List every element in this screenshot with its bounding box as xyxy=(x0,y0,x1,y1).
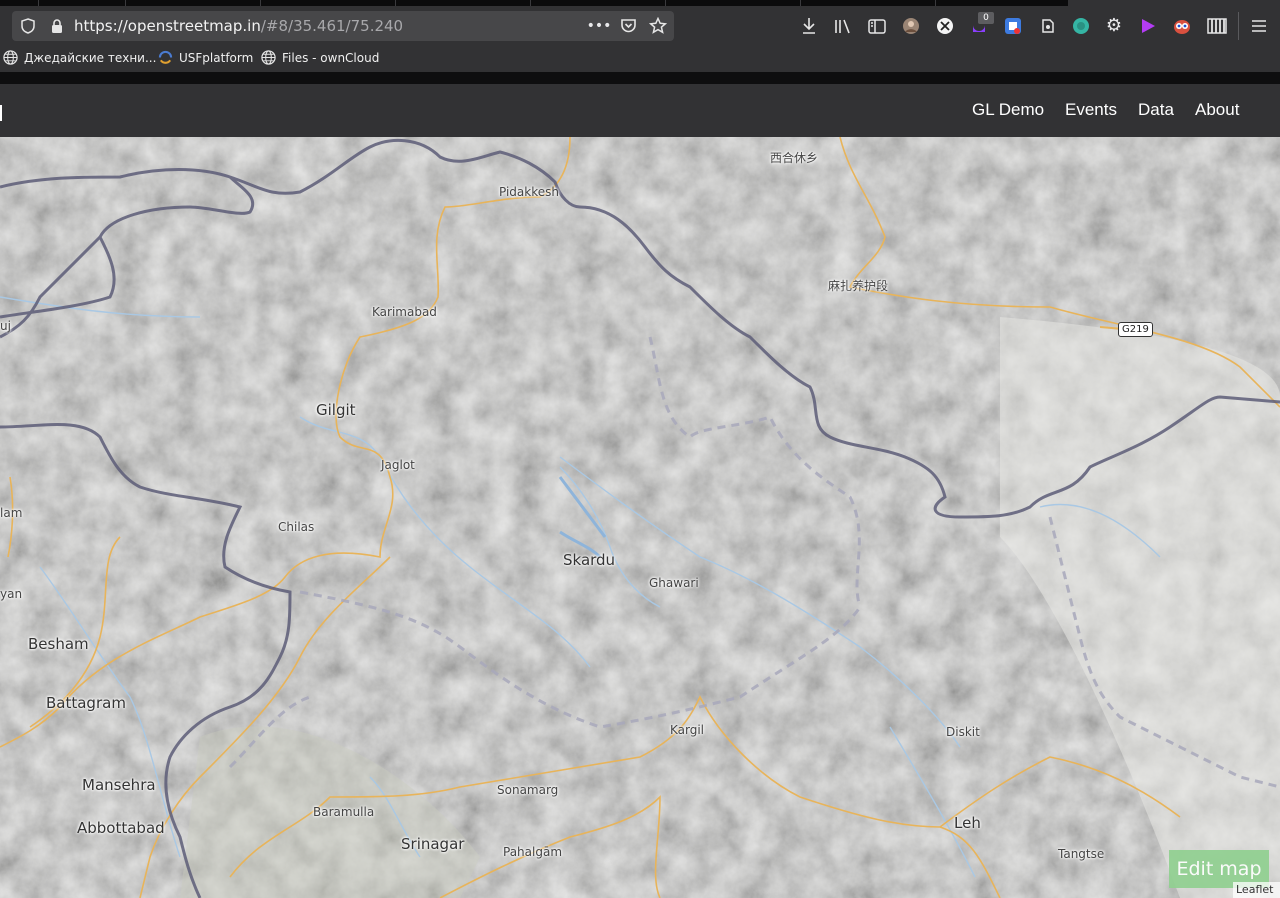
globe-icon xyxy=(3,50,18,65)
place-label[interactable]: Karimabad xyxy=(372,305,437,319)
bookmark-label: USFplatform xyxy=(179,50,254,65)
browser-navbar: https://openstreetmap.in/#8/35.461/75.24… xyxy=(0,6,1280,46)
nav-link-gl-demo[interactable]: GL Demo xyxy=(972,100,1044,120)
place-label[interactable]: Diskit xyxy=(946,725,980,739)
usf-logo-icon xyxy=(158,50,173,64)
leaflet-attribution-link[interactable]: Leaflet xyxy=(1233,882,1280,898)
url-text[interactable]: https://openstreetmap.in/#8/35.461/75.24… xyxy=(74,17,403,35)
place-label[interactable]: lam xyxy=(0,506,22,520)
site-logo-edge xyxy=(0,105,2,121)
avatar-icon[interactable] xyxy=(901,16,921,36)
place-label[interactable]: Gilgit xyxy=(316,401,356,419)
piano-icon[interactable] xyxy=(1206,16,1228,36)
map-view[interactable]: 西合休乡 Pidakkesh 麻扎养护段 G219 Karimabad uj G… xyxy=(0,137,1280,898)
shield-icon[interactable] xyxy=(19,17,37,35)
nav-link-about[interactable]: About xyxy=(1195,100,1239,120)
extension-badge-count: 0 xyxy=(978,12,994,24)
library-icon[interactable] xyxy=(833,17,853,35)
place-label[interactable]: Besham xyxy=(28,635,89,653)
place-label[interactable]: Jaglot xyxy=(381,458,415,472)
bookmark-label: Files - ownCloud xyxy=(282,50,380,65)
place-label[interactable]: Leh xyxy=(954,814,981,832)
extension-box-icon[interactable] xyxy=(1003,16,1023,36)
play-icon[interactable] xyxy=(1138,16,1158,36)
place-label[interactable]: Tangtse xyxy=(1058,847,1104,861)
place-label[interactable]: 麻扎养护段 xyxy=(828,277,888,294)
bookmarks-bar: Джедайские техни... USFplatform Files - … xyxy=(0,46,1280,72)
place-label[interactable]: Ghawari xyxy=(649,576,699,590)
road-shield-g219[interactable]: G219 xyxy=(1118,322,1153,337)
lock-icon[interactable] xyxy=(49,17,65,35)
bookmark-item[interactable]: Files - ownCloud xyxy=(261,50,379,65)
more-icon[interactable]: ••• xyxy=(587,17,612,35)
place-label[interactable]: Battagram xyxy=(46,694,126,712)
url-bar[interactable]: https://openstreetmap.in/#8/35.461/75.24… xyxy=(12,11,674,41)
owl-icon[interactable] xyxy=(1172,16,1192,36)
download-icon[interactable] xyxy=(800,17,818,35)
url-host: https://openstreetmap.in xyxy=(74,17,261,35)
place-label[interactable]: Chilas xyxy=(278,520,314,534)
extension-circle-icon[interactable] xyxy=(1071,16,1091,36)
extension-x-icon[interactable] xyxy=(935,16,955,36)
url-path: /#8/35.461/75.240 xyxy=(260,17,404,35)
nav-link-data[interactable]: Data xyxy=(1138,100,1174,120)
place-label[interactable]: 西合休乡 xyxy=(770,149,818,166)
bookmark-label: Джедайские техни... xyxy=(24,50,157,65)
place-label[interactable]: Mansehra xyxy=(82,776,156,794)
nav-link-events[interactable]: Events xyxy=(1065,100,1117,120)
place-label[interactable]: yan xyxy=(0,587,22,601)
site-header: GL Demo Events Data About xyxy=(0,84,1280,137)
toolbar-divider xyxy=(1238,12,1239,40)
evernote-icon[interactable] xyxy=(1037,16,1057,36)
place-label[interactable]: uj xyxy=(0,319,11,333)
sidebar-icon[interactable] xyxy=(867,17,887,35)
star-icon[interactable] xyxy=(649,16,667,36)
place-label[interactable]: Pidakkesh xyxy=(499,185,559,199)
menu-icon[interactable] xyxy=(1249,16,1269,36)
content-gap xyxy=(0,72,1280,84)
globe-icon xyxy=(261,50,276,65)
place-label[interactable]: Srinagar xyxy=(401,835,464,853)
bookmark-item[interactable]: Джедайские техни... xyxy=(3,50,156,65)
place-label[interactable]: Skardu xyxy=(563,551,615,569)
place-label[interactable]: Abbottabad xyxy=(77,819,165,837)
place-label[interactable]: Baramulla xyxy=(313,805,374,819)
bookmark-item[interactable]: USFplatform xyxy=(158,50,253,65)
place-label[interactable]: Pahalgām xyxy=(503,845,562,859)
place-label[interactable]: Kargil xyxy=(670,723,704,737)
gear-icon[interactable]: ⚙ xyxy=(1104,16,1124,36)
pocket-icon[interactable] xyxy=(619,17,637,35)
place-label[interactable]: Sonamarg xyxy=(497,783,558,797)
map-canvas[interactable] xyxy=(0,137,1280,898)
